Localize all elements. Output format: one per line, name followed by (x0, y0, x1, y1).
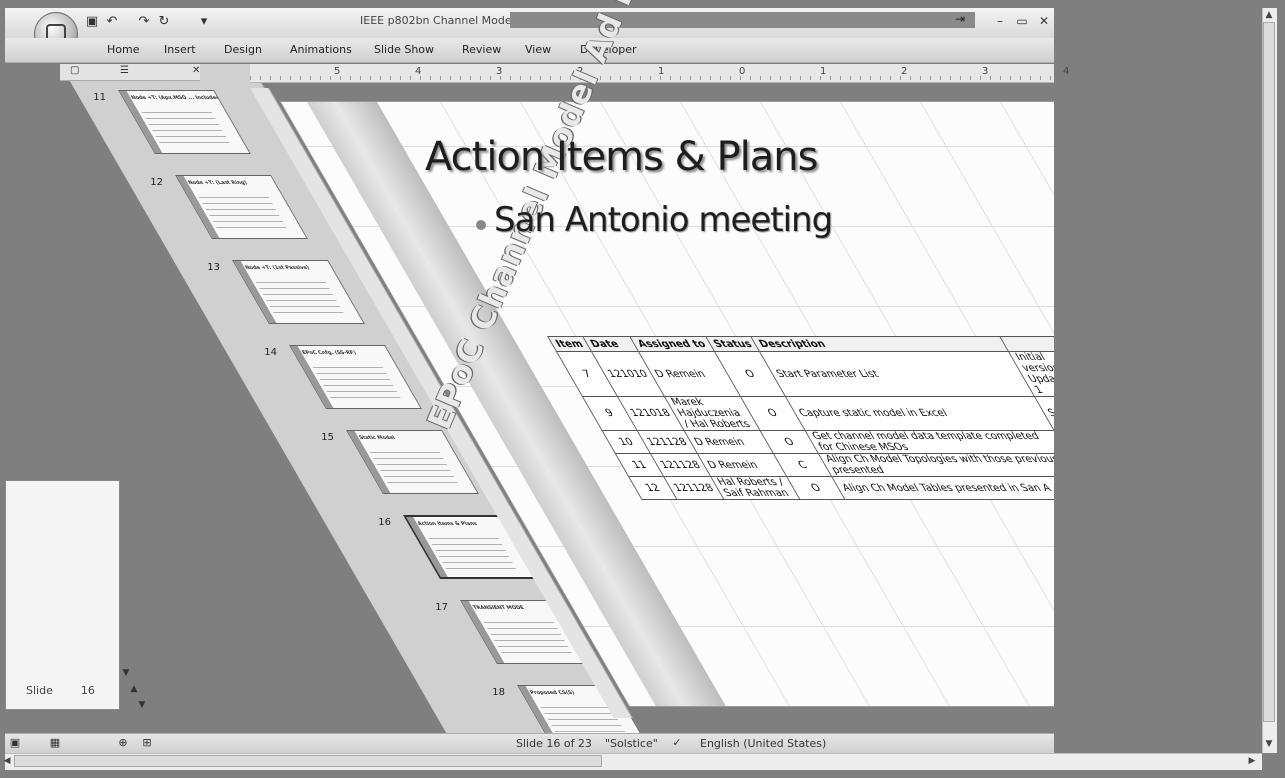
scroll-up-icon[interactable]: ▲ (1263, 9, 1275, 21)
tab-review[interactable]: Review (462, 43, 501, 56)
theme-name: "Solstice" (605, 737, 658, 750)
horizontal-scroll-thumb[interactable] (14, 755, 602, 767)
panel-close-icon[interactable]: ✕ (192, 65, 200, 76)
table-cell: Align Ch Model Topologies with those pre… (818, 453, 1054, 477)
title-redaction (510, 12, 975, 28)
maximize-button[interactable]: ▭ (1012, 12, 1032, 30)
customize-icon[interactable]: ▾ (196, 14, 212, 30)
slide-sorter-icon[interactable]: ▦ (48, 736, 62, 750)
scroll-down-icon[interactable]: ▼ (1263, 738, 1275, 750)
table-cell: Get channel model data template complete… (805, 430, 1054, 454)
normal-view-icon[interactable]: ▣ (8, 736, 22, 750)
slide-title[interactable]: Action Items & Plans (425, 134, 818, 180)
zoom-in-icon[interactable]: ⊕ (116, 736, 130, 750)
table-header-cell: Description (751, 336, 1009, 352)
minimize-button[interactable]: – (990, 12, 1010, 30)
table-cell: D Remein (697, 453, 787, 477)
table-row: 10 121128 D Remein O Get channel model data … (602, 430, 1054, 454)
table-viewport: Item Date Assigned to Status Description 7 12… (5, 320, 1054, 530)
spellcheck-icon[interactable]: ✓ (670, 736, 684, 750)
scroll-left-icon[interactable]: ◀ (1, 755, 13, 767)
table-row: 12 121128 Hal Roberts / Saif Rahman O Align … (628, 476, 1054, 500)
ruler-number: 1 (820, 66, 827, 77)
table-header-cell: Date (582, 336, 639, 352)
table-cell: Align Ch Model Tables presented in San A (831, 476, 1054, 500)
scroll-right-icon[interactable]: ▶ (1246, 755, 1258, 767)
undo-icon[interactable]: ↶ (104, 14, 120, 30)
save-icon[interactable]: ▣ (84, 14, 100, 30)
slide-bullet[interactable]: San Antonio meeting (494, 200, 833, 240)
outline-tab-icon[interactable]: ☰ (120, 65, 129, 76)
help-icon[interactable]: ⇥ (955, 12, 965, 26)
table-body: 7 121010 D Remein O Start Parameter List Init… (556, 351, 1054, 500)
ruler-number: 4 (1063, 66, 1070, 77)
table-cell: Hal Roberts / Saif Rahman (710, 476, 800, 500)
action-items-table[interactable]: Item Date Assigned to Status Description 7 12… (547, 336, 1054, 500)
ruler-number: 3 (496, 66, 503, 77)
table-header-cell (1000, 336, 1054, 352)
ruler-number: 1 (658, 66, 665, 77)
ruler-number: 2 (901, 66, 908, 77)
tab-view[interactable]: View (525, 43, 551, 56)
ruler-number: 5 (334, 66, 341, 77)
slide-count: Slide 16 of 23 (516, 737, 592, 750)
table-cell: Capture static model in Excel (785, 396, 1054, 431)
ruler-number: 3 (982, 66, 989, 77)
table-row: 9 121018 Marek Hajduczenia / Hal Roberts O C… (582, 396, 1054, 431)
table-cell: Start Parameter List (759, 351, 1035, 397)
table-row: 11 121128 D Remein C Align Ch Model Topologi… (615, 453, 1054, 477)
horizontal-ruler (250, 64, 1054, 83)
repeat-icon[interactable]: ↻ (156, 14, 172, 30)
slides-tab-icon[interactable]: ▢ (70, 65, 79, 76)
window-title: IEEE p802bn Channel Mode (360, 14, 512, 27)
ruler-number: 4 (415, 66, 422, 77)
tab-design[interactable]: Design (224, 43, 262, 56)
tab-insert[interactable]: Insert (164, 43, 196, 56)
panel-tabs (60, 64, 200, 81)
vertical-scroll-thumb[interactable] (1263, 22, 1275, 722)
table-cell: D Remein (683, 430, 774, 454)
close-button[interactable]: ✕ (1034, 12, 1054, 30)
redo-icon[interactable]: ↷ (136, 14, 152, 30)
bullet-icon (476, 220, 486, 230)
tab-animations[interactable]: Animations (290, 43, 352, 56)
table-header-row: Item Date Assigned to Status Description (547, 336, 1054, 352)
tab-slide-show[interactable]: Slide Show (374, 43, 434, 56)
fit-slide-icon[interactable]: ⊞ (140, 736, 154, 750)
language[interactable]: English (United States) (700, 737, 826, 750)
tab-home[interactable]: Home (107, 43, 139, 56)
table-header-cell: Assigned to (629, 336, 715, 352)
ruler-number: 0 (739, 66, 746, 77)
table-row: 7 121010 D Remein O Start Parameter List Init… (556, 351, 1054, 397)
